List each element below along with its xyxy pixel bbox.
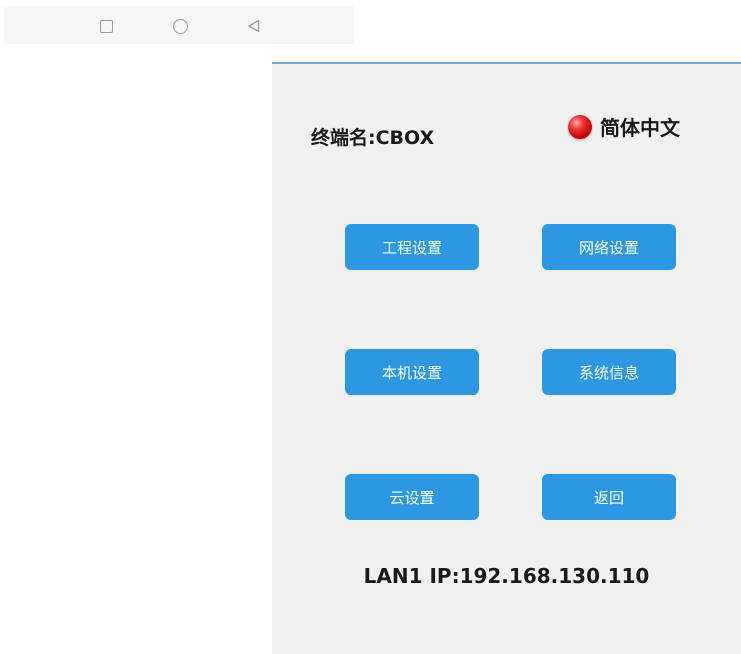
screen: 终端名:CBOX 简体中文 工程设置 网络设置 本机设置 系统信息 云设置 返回… — [0, 0, 741, 654]
project-settings-button[interactable]: 工程设置 — [345, 224, 479, 270]
lan-ip-label: LAN1 IP:192.168.130.110 — [363, 564, 650, 588]
language-label: 简体中文 — [600, 116, 680, 140]
language-selector[interactable]: 简体中文 — [568, 112, 680, 141]
settings-panel: 终端名:CBOX 简体中文 工程设置 网络设置 本机设置 系统信息 云设置 返回… — [272, 62, 741, 654]
back-nav-button[interactable] — [244, 16, 264, 36]
network-settings-button[interactable]: 网络设置 — [542, 224, 676, 270]
system-info-button[interactable]: 系统信息 — [542, 349, 676, 395]
language-indicator-icon — [568, 114, 592, 139]
square-icon — [99, 19, 113, 33]
back-button[interactable]: 返回 — [542, 474, 676, 520]
terminal-name-label: 终端名:CBOX — [311, 127, 435, 149]
local-settings-button[interactable]: 本机设置 — [345, 349, 479, 395]
recent-apps-button[interactable] — [96, 16, 116, 36]
system-navigation-bar — [4, 6, 354, 44]
home-button[interactable] — [170, 16, 190, 36]
cloud-settings-button[interactable]: 云设置 — [345, 474, 479, 520]
triangle-back-icon — [248, 19, 260, 33]
circle-icon — [172, 18, 188, 34]
